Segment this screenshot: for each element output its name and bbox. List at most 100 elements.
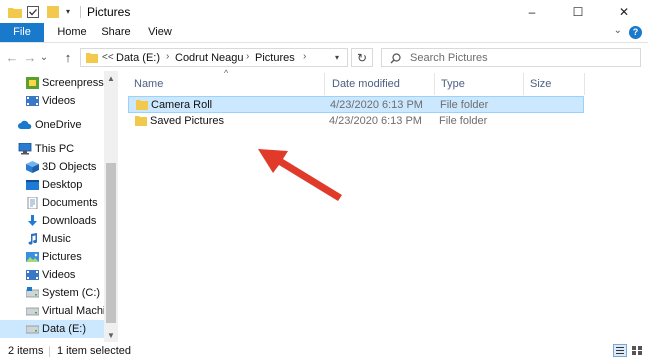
file-date: 4/23/2020 6:13 PM [329,115,422,127]
drive-icon [26,287,39,298]
breadcrumb-separator[interactable]: › [246,51,249,62]
selection-count: 1 item selected [57,345,131,357]
sidebar-item-videos-pc[interactable]: Videos [0,266,104,284]
sidebar-item-system-c[interactable]: System (C:) [0,284,104,302]
breadcrumb-separator[interactable]: › [166,51,169,62]
sidebar-item-downloads[interactable]: Downloads [0,212,104,230]
properties-icon[interactable] [26,5,40,18]
forward-button[interactable]: → [22,49,38,65]
screenpresso-icon [26,77,39,89]
sidebar-item-music[interactable]: Music [0,230,104,248]
sidebar-item-label: Screenpresso [42,77,110,89]
sidebar-scrollbar[interactable]: ▲ ▼ [104,71,118,342]
customize-toolbar-icon[interactable]: ▾ [62,5,74,18]
scroll-up-icon[interactable]: ▲ [104,71,118,85]
title-divider [80,6,81,18]
title-bar: ▾ Pictures – ☐ ✕ [0,0,648,23]
expand-ribbon-icon[interactable]: ⌄ [614,25,622,36]
computer-icon [18,143,32,155]
sidebar-item-documents[interactable]: Documents [0,194,104,212]
breadcrumb-codrut-neagu[interactable]: Codrut Neagu [175,52,244,64]
window-title: Pictures [87,5,131,19]
sidebar-item-label: Music [42,233,71,245]
breadcrumb-data-drive[interactable]: Data (E:) [116,52,160,64]
drive-icon [26,325,39,334]
navigation-bar: ← → ⌄ ↑ << Data (E:) › Codrut Neagu › Pi… [0,43,648,71]
sidebar-item-desktop[interactable]: Desktop [0,176,104,194]
sidebar-item-this-pc[interactable]: This PC [0,140,104,158]
details-view-button[interactable] [613,344,627,357]
navigation-pane: Screenpresso Videos OneDrive This PC 3D … [0,71,118,342]
column-header-date-modified[interactable]: Date modified [332,78,400,90]
close-button[interactable]: ✕ [601,0,647,23]
music-note-icon [28,233,38,245]
item-count: 2 items [8,345,44,357]
sidebar-item-screenpresso[interactable]: Screenpresso [0,74,110,92]
recent-locations-button[interactable]: ⌄ [38,49,50,65]
file-list: ^ Name Date modified Type Size Camera Ro… [118,68,648,342]
sort-ascending-icon: ^ [224,68,229,78]
sidebar-item-label: Data (E:) [42,323,87,335]
file-type: File folder [440,99,489,111]
file-type: File folder [439,115,488,127]
column-header-type[interactable]: Type [441,78,465,90]
scroll-down-icon[interactable]: ▼ [104,328,118,342]
address-dropdown-icon[interactable]: ▾ [326,48,348,67]
sidebar-item-label: This PC [35,143,75,155]
breadcrumb-separator[interactable]: › [303,51,306,62]
ribbon-tabs: File Home Share View ⌄ ? [0,23,648,43]
up-button[interactable]: ↑ [60,49,76,65]
cube-icon [26,161,39,173]
maximize-button[interactable]: ☐ [555,0,601,23]
sidebar-item-label: Documents [42,197,98,209]
folder-icon [136,100,148,110]
address-bar[interactable]: << Data (E:) › Codrut Neagu › Pictures › [80,48,348,67]
folder-icon [8,5,22,18]
sidebar-item-virtual-machines[interactable]: Virtual Machines [0,302,118,320]
sidebar-item-3d-objects[interactable]: 3D Objects [0,158,104,176]
search-input[interactable] [408,51,632,65]
column-divider[interactable] [584,73,585,95]
cloud-icon [18,120,32,129]
table-row[interactable]: Camera Roll 4/23/2020 6:13 PM File folde… [128,96,584,113]
minimize-button[interactable]: – [509,0,555,23]
file-date: 4/23/2020 6:13 PM [330,99,423,111]
search-box[interactable] [381,48,641,67]
new-folder-icon[interactable] [46,5,60,18]
refresh-button[interactable]: ↻ [351,48,373,67]
column-divider[interactable] [324,73,325,95]
sidebar-item-label: OneDrive [35,119,82,131]
desktop-icon [26,180,39,190]
sidebar-item-pictures[interactable]: Pictures [0,248,104,266]
sidebar-item-label: Videos [42,269,76,281]
drive-icon [26,307,39,316]
tab-share[interactable]: Share [94,23,138,42]
column-divider[interactable] [434,73,435,95]
tab-file[interactable]: File [0,23,44,42]
annotation-arrow-icon [258,149,342,201]
large-icons-view-button[interactable] [630,344,644,357]
sidebar-item-data-e[interactable]: Data (E:) [0,320,104,338]
sidebar-item-label: 3D Objects [42,161,97,173]
help-button[interactable]: ? [629,26,642,39]
tab-view[interactable]: View [138,23,182,42]
tab-home[interactable]: Home [50,23,94,42]
status-divider [49,346,50,357]
back-button[interactable]: ← [4,49,20,65]
sidebar-item-label: Desktop [42,179,83,191]
column-header-size[interactable]: Size [530,78,551,90]
scrollbar-thumb[interactable] [106,163,116,323]
file-name: Camera Roll [151,99,213,111]
column-header-name[interactable]: Name [134,78,163,90]
breadcrumb-pictures[interactable]: Pictures [255,52,295,64]
status-bar: 2 items 1 item selected [0,342,648,360]
table-row[interactable]: Saved Pictures 4/23/2020 6:13 PM File fo… [128,113,584,130]
sidebar-item-onedrive[interactable]: OneDrive [0,116,104,134]
address-overflow[interactable]: << [102,52,114,63]
pictures-icon [26,252,39,262]
column-divider[interactable] [523,73,524,95]
folder-icon [86,53,98,63]
folder-icon [135,116,147,126]
sidebar-item-label: Pictures [42,251,82,263]
sidebar-item-videos[interactable]: Videos [0,92,104,110]
